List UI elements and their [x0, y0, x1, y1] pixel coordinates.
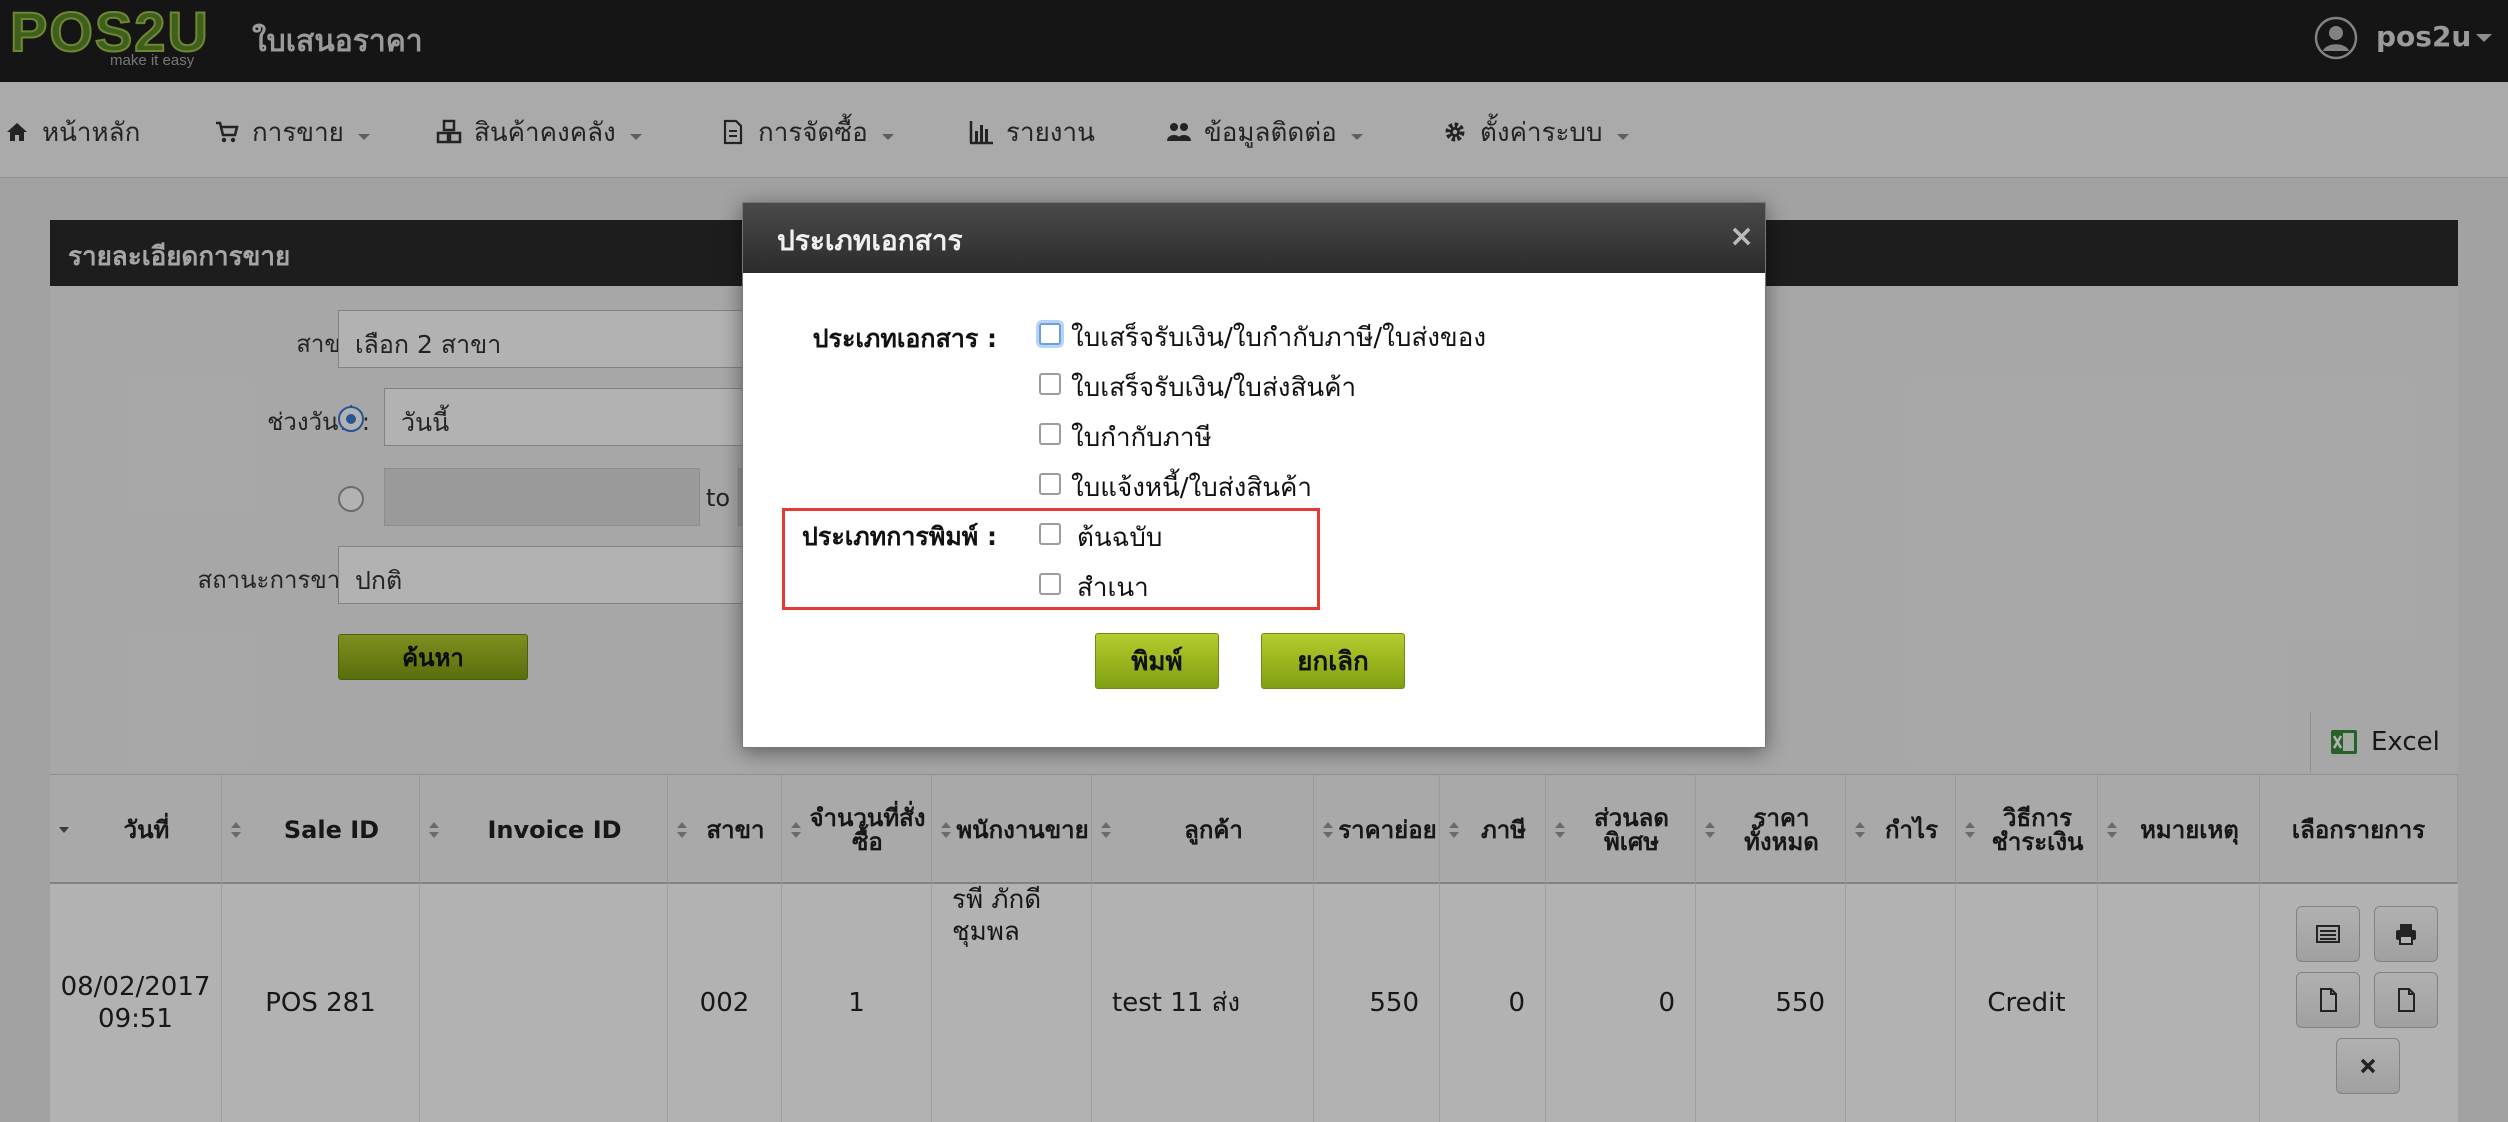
- doc-type-option[interactable]: ใบกำกับภาษี: [1071, 417, 1212, 458]
- doc-type-option[interactable]: ใบเสร็จรับเงิน/ใบกำกับภาษี/ใบส่งของ: [1071, 317, 1486, 358]
- modal-header: ประเภทเอกสาร ×: [743, 203, 1765, 273]
- cancel-button[interactable]: ยกเลิก: [1261, 633, 1405, 689]
- doc-type-option[interactable]: ใบเสร็จรับเงิน/ใบส่งสินค้า: [1071, 367, 1356, 408]
- doc-type-option[interactable]: ใบแจ้งหนี้/ใบส่งสินค้า: [1071, 467, 1312, 508]
- modal-title: ประเภทเอกสาร: [777, 224, 963, 257]
- print-button[interactable]: พิมพ์: [1095, 633, 1219, 689]
- doc-type-checkbox-receipt-tax-delivery[interactable]: [1039, 323, 1061, 345]
- doc-type-label: ประเภทเอกสาร :: [812, 324, 997, 353]
- doc-type-checkbox-tax-invoice[interactable]: [1039, 423, 1061, 445]
- doc-type-checkbox-receipt-delivery[interactable]: [1039, 373, 1061, 395]
- doc-type-checkbox-invoice-delivery[interactable]: [1039, 473, 1061, 495]
- print-type-highlight: [782, 508, 1320, 610]
- document-type-modal: ประเภทเอกสาร × ประเภทเอกสาร : ใบเสร็จรับ…: [742, 202, 1766, 748]
- modal-close-button[interactable]: ×: [1729, 219, 1754, 254]
